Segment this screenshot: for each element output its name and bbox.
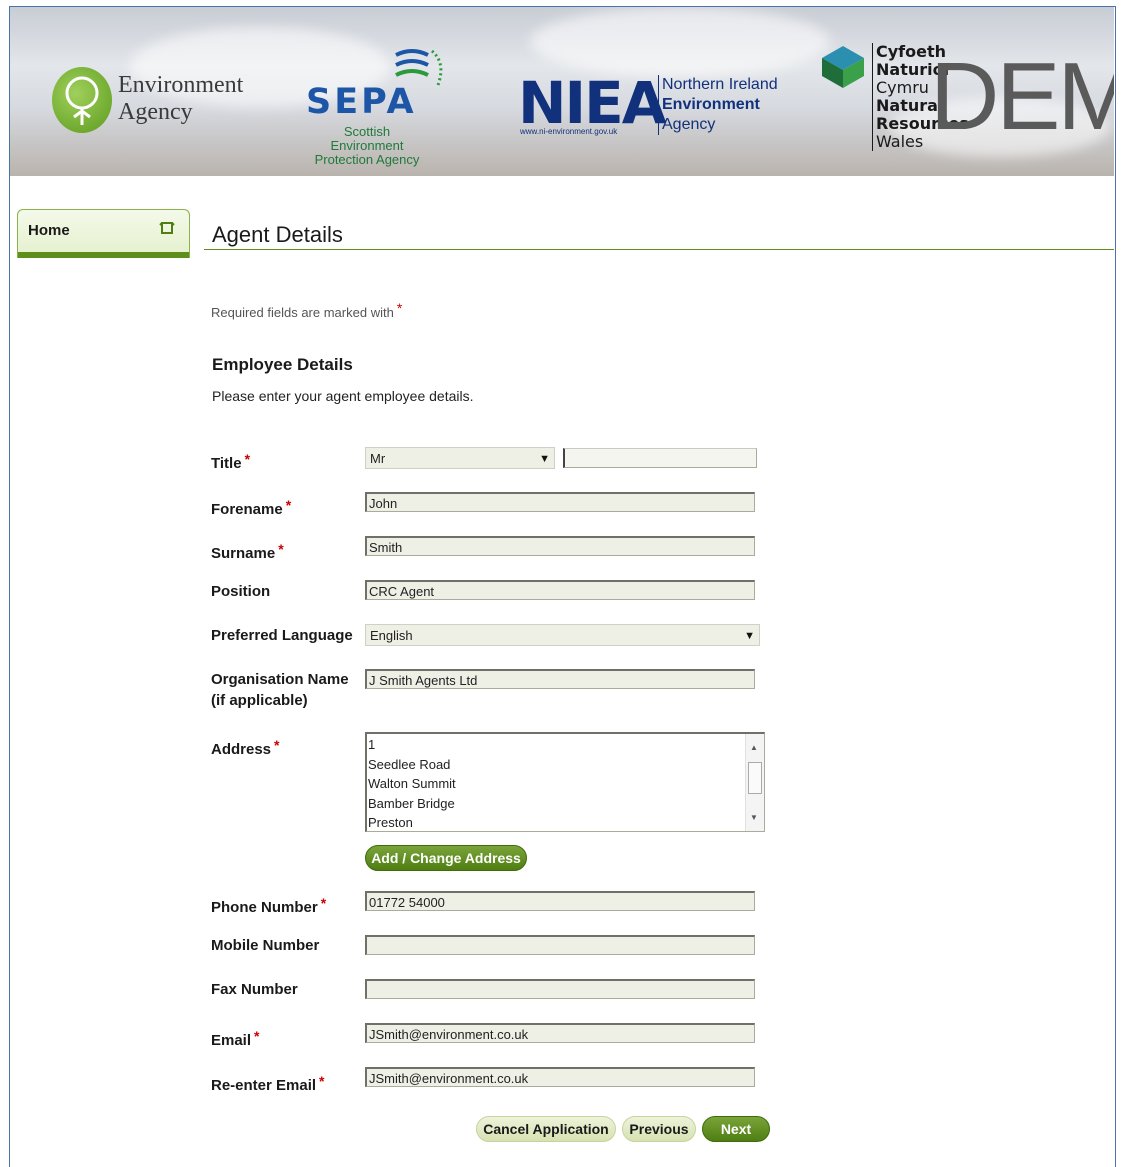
forename-label: Forename * <box>211 497 292 518</box>
environment-agency-logo: Environment Agency <box>118 72 244 125</box>
chevron-down-icon: ▼ <box>539 453 550 465</box>
phone-label: Phone Number * <box>211 895 327 916</box>
address-line: 1 <box>368 737 376 752</box>
address-line: Bamber Bridge <box>368 795 455 811</box>
scroll-thumb[interactable] <box>748 762 762 794</box>
next-button[interactable]: Next <box>702 1116 770 1142</box>
demo-watermark: DEMO <box>930 43 1114 150</box>
sepa-waves-icon <box>395 49 443 86</box>
position-input[interactable]: CRC Agent <box>365 580 755 600</box>
address-line: Walton Summit <box>368 776 456 791</box>
required-marker: * <box>396 300 403 316</box>
section-title: Employee Details <box>212 355 353 374</box>
niea-full-name: Northern Ireland Environment Agency <box>658 75 778 135</box>
previous-button[interactable]: Previous <box>622 1116 696 1142</box>
header-banner: Environment Agency SEPA Scottish Environ… <box>10 7 1114 176</box>
fax-label: Fax Number <box>211 981 298 998</box>
address-line: Seedlee Road <box>368 756 451 772</box>
email-label: Email * <box>211 1028 260 1049</box>
sepa-full-name: Scottish Environment Protection Agency <box>314 124 420 167</box>
nrw-logo-icon <box>822 46 864 88</box>
phone-input[interactable]: 01772 54000 <box>365 891 755 911</box>
reenter-email-label: Re-enter Email * <box>211 1073 325 1094</box>
scroll-down-icon[interactable]: ▼ <box>750 808 758 828</box>
mobile-label: Mobile Number <box>211 937 320 954</box>
address-line: Preston <box>368 815 413 830</box>
title-select[interactable]: Mr ▼ <box>365 447 555 469</box>
address-label: Address * <box>211 737 280 758</box>
language-label: Preferred Language <box>211 627 353 644</box>
reenter-email-input[interactable]: JSmith@environment.co.uk <box>365 1067 755 1087</box>
niea-website: www.ni-environment.gov.uk <box>520 127 618 136</box>
add-change-address-button[interactable]: Add / Change Address <box>365 845 527 871</box>
environment-agency-logo-icon <box>52 67 112 133</box>
section-description: Please enter your agent employee details… <box>212 388 474 404</box>
scroll-up-icon[interactable]: ▲ <box>750 738 758 758</box>
organisation-input[interactable]: J Smith Agents Ltd <box>365 669 755 689</box>
title-divider <box>204 249 1114 250</box>
address-textarea[interactable]: 1 Seedlee Road Walton Summit Bamber Brid… <box>365 732 765 832</box>
language-select[interactable]: English ▼ <box>365 624 760 646</box>
required-fields-note: Required fields are marked with * <box>211 300 403 320</box>
cancel-application-button[interactable]: Cancel Application <box>476 1116 616 1142</box>
address-scrollbar[interactable]: ▲ ▼ <box>745 734 764 831</box>
page-title: Agent Details <box>212 222 343 247</box>
chevron-down-icon: ▼ <box>744 630 755 642</box>
email-input[interactable]: JSmith@environment.co.uk <box>365 1023 755 1043</box>
home-icon <box>159 222 175 234</box>
surname-label: Surname * <box>211 541 284 562</box>
title-other-input[interactable] <box>563 448 757 468</box>
position-label: Position <box>211 583 271 600</box>
forename-input[interactable]: John <box>365 492 755 512</box>
fax-input[interactable] <box>365 979 755 999</box>
sidebar-item-home[interactable]: Home <box>17 209 190 258</box>
surname-input[interactable]: Smith <box>365 536 755 556</box>
mobile-input[interactable] <box>365 935 755 955</box>
title-label: Title * <box>211 451 251 472</box>
sidebar-item-label: Home <box>28 222 70 239</box>
organisation-label: Organisation Name (if applicable) <box>211 671 349 709</box>
